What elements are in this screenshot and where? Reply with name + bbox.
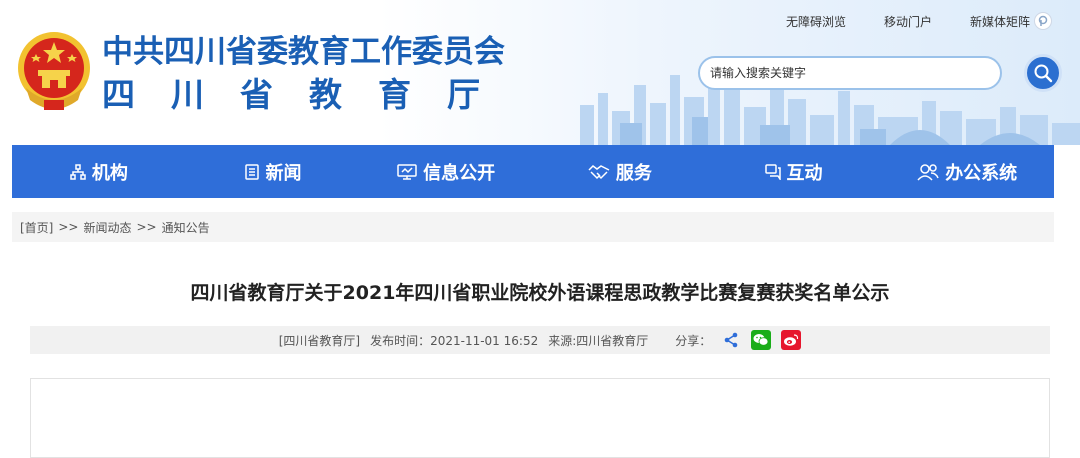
nav-item-label: 服务: [615, 162, 652, 184]
search-box: [698, 56, 1002, 90]
share-icon[interactable]: [721, 330, 741, 350]
nav-item-label: 互动: [786, 162, 823, 184]
nav-item-service[interactable]: 服务: [533, 145, 707, 198]
mobile-portal-link[interactable]: 移动门户: [884, 13, 932, 30]
national-emblem-icon: [18, 32, 90, 110]
nav-item-label: 办公系统: [945, 162, 1018, 184]
news-icon: [244, 163, 259, 180]
accessible-browse-link[interactable]: 无障碍浏览: [786, 13, 846, 30]
users-icon: [917, 163, 939, 181]
meta-source: 来源:四川省教育厅: [548, 333, 649, 348]
nav-item-label: 信息公开: [423, 162, 496, 184]
site-header: 中共四川省委教育工作委员会 四川省教育厅 无障碍浏览 移动门户 新媒体矩阵: [0, 0, 1080, 145]
monitor-icon: [397, 163, 417, 180]
article-title: 四川省教育厅关于2021年四川省职业院校外语课程思政教学比赛复赛获奖名单公示: [190, 282, 890, 304]
org-structure-icon: [70, 163, 86, 180]
org-title: 中共四川省委教育工作委员会: [102, 34, 505, 70]
nav-item-news[interactable]: 新闻: [186, 145, 360, 198]
top-links: 无障碍浏览 移动门户 新媒体矩阵: [748, 12, 1052, 30]
media-matrix-link[interactable]: 新媒体矩阵: [970, 13, 1030, 30]
chat-icon: [764, 163, 781, 180]
breadcrumb-home[interactable]: [首页]: [20, 219, 53, 236]
nav-item-label: 新闻: [265, 162, 302, 184]
article-content: [30, 378, 1050, 458]
weibo-share-icon[interactable]: [781, 330, 802, 350]
nav-item-label: 机构: [91, 162, 128, 184]
meta-publish-time: 发布时间：2021-11-01 16:52: [370, 333, 539, 348]
handshake-icon: [588, 164, 610, 179]
breadcrumb-notices[interactable]: 通知公告: [162, 219, 210, 236]
breadcrumb-news[interactable]: 新闻动态: [83, 219, 131, 236]
breadcrumb-separator: >>: [58, 220, 79, 234]
search-input[interactable]: [700, 58, 1000, 88]
main-nav: 机构 新闻 信息公开 服务 互动 办公系统: [12, 145, 1054, 198]
meta-publisher: [四川省教育厅]: [278, 333, 361, 348]
nav-item-org[interactable]: 机构: [12, 145, 186, 198]
search-icon: [1034, 64, 1053, 83]
breadcrumb-separator: >>: [136, 220, 157, 234]
breadcrumb: [首页] >> 新闻动态 >> 通知公告: [12, 212, 1054, 242]
org-subtitle: 四川省教育厅: [102, 75, 516, 114]
media-matrix-icon[interactable]: [1034, 12, 1052, 30]
wechat-share-icon[interactable]: [751, 330, 772, 350]
nav-item-info-disclosure[interactable]: 信息公开: [359, 145, 533, 198]
nav-item-office-system[interactable]: 办公系统: [880, 145, 1054, 198]
share-label: 分享：: [675, 333, 712, 348]
search-button[interactable]: [1024, 54, 1062, 92]
article-meta: [四川省教育厅] 发布时间：2021-11-01 16:52 来源:四川省教育厅…: [30, 326, 1050, 354]
nav-item-interaction[interactable]: 互动: [707, 145, 881, 198]
